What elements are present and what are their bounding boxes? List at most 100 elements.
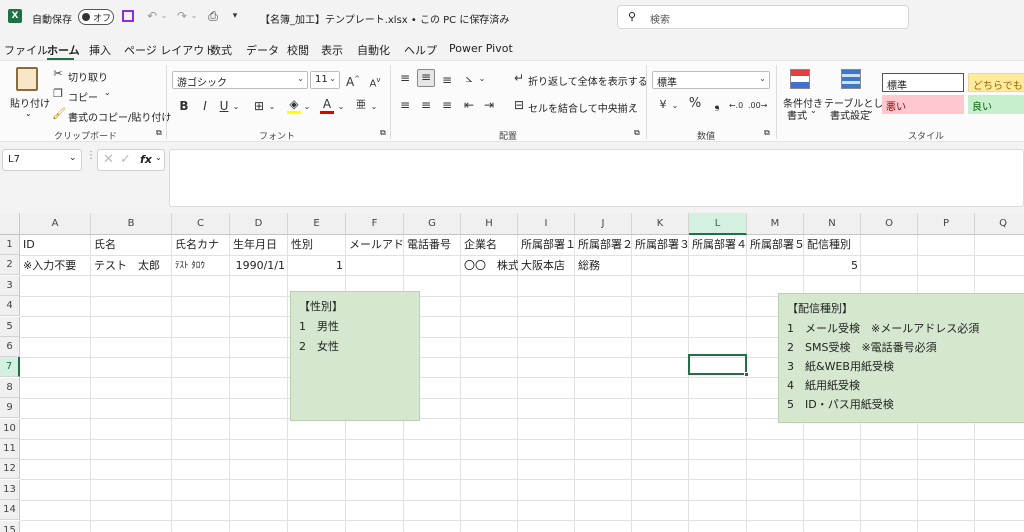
cell-M2[interactable] — [748, 256, 804, 276]
file-name[interactable]: 【名簿_加工】テンプレート.xlsx • この PC に保存済み — [260, 11, 509, 26]
bold-icon[interactable]: B — [178, 99, 190, 113]
increase-decimal-icon[interactable]: ←.0 — [728, 99, 744, 113]
font-launcher-icon[interactable]: ⧉ — [380, 128, 386, 138]
cell-B1[interactable]: 氏名 — [92, 235, 172, 255]
enter-icon[interactable]: ✓ — [120, 152, 131, 167]
column-header-O[interactable]: O — [861, 213, 918, 235]
copy-button[interactable]: コピー — [68, 89, 98, 104]
font-color-icon[interactable]: A — [320, 97, 334, 114]
cell-D2[interactable]: 1990/1/1 — [231, 256, 288, 276]
formula-input[interactable] — [169, 149, 1024, 207]
conditional-format-icon[interactable] — [790, 69, 810, 89]
cell-N1[interactable]: 配信種別 — [805, 235, 861, 255]
column-header-N[interactable]: N — [804, 213, 861, 235]
row-header-3[interactable]: 3 — [0, 275, 20, 296]
tab-power-pivot[interactable]: Power Pivot — [449, 42, 513, 55]
orientation-dropdown-icon[interactable]: ⌄ — [478, 72, 486, 86]
cell-style-standard[interactable]: 標準 — [882, 73, 964, 92]
row-header-10[interactable]: 10 — [0, 418, 20, 439]
cancel-icon[interactable]: ✕ — [103, 152, 114, 167]
cell-G2[interactable] — [405, 256, 461, 276]
cell-G1[interactable]: 電話番号 — [405, 235, 461, 255]
row-header-12[interactable]: 12 — [0, 459, 20, 480]
row-header-13[interactable]: 13 — [0, 479, 20, 500]
cell-K2[interactable] — [633, 256, 689, 276]
paste-dropdown-icon[interactable]: ⌄ — [25, 109, 32, 118]
row-header-2[interactable]: 2 — [0, 255, 20, 276]
cell-B2[interactable]: テスト 太郎 — [92, 256, 172, 276]
cell-I2[interactable]: 大阪本店 — [519, 256, 575, 276]
column-header-H[interactable]: H — [461, 213, 518, 235]
name-box-dropdown-icon[interactable]: ⌄ — [69, 153, 77, 163]
wrap-text-icon[interactable]: ↵ — [512, 71, 526, 85]
insert-function-icon[interactable]: fx — [140, 153, 152, 166]
delivery-type-note-box[interactable]: 【配信種別】 1 メール受検 ※メールアドレス必須 2 SMS受検 ※電話番号必… — [778, 293, 1024, 423]
paste-button[interactable]: 貼り付け — [10, 95, 50, 110]
copy-dropdown-icon[interactable]: ⌄ — [104, 88, 111, 97]
format-as-table-icon[interactable] — [841, 69, 861, 89]
decrease-decimal-icon[interactable]: .00→ — [748, 99, 767, 113]
borders-dropdown-icon[interactable]: ⌄ — [268, 100, 276, 114]
row-header-4[interactable]: 4 — [0, 296, 20, 317]
cell-E2[interactable]: 1 — [289, 256, 346, 276]
cell-M1[interactable]: 所属部署５ — [748, 235, 804, 255]
cell-A1[interactable]: ID — [21, 235, 91, 255]
column-header-J[interactable]: J — [575, 213, 632, 235]
gender-note-box[interactable]: 【性別】 1 男性 2 女性 — [290, 291, 420, 421]
phonetic-icon[interactable]: 亜 — [354, 99, 368, 113]
spreadsheet-grid[interactable]: ABCDEFGHIJKLMNOPQ 1 2 3 4 5 6 7 8 9 10 11 12 13 14 15 … — [0, 213, 1024, 532]
selected-cell-L7[interactable] — [688, 354, 747, 375]
tab-file[interactable]: ファイル — [4, 42, 48, 58]
redo-icon[interactable]: ↷ — [176, 9, 188, 23]
cell-E1[interactable]: 性別 — [289, 235, 346, 255]
paste-icon[interactable] — [16, 67, 38, 91]
column-header-I[interactable]: I — [518, 213, 575, 235]
cell-I1[interactable]: 所属部署１ — [519, 235, 575, 255]
column-header-A[interactable]: A — [20, 213, 91, 235]
increase-font-icon[interactable]: A^ — [346, 72, 360, 89]
cell-F1[interactable]: メールアドレス — [347, 235, 404, 255]
column-header-B[interactable]: B — [91, 213, 172, 235]
save-icon[interactable] — [122, 10, 134, 22]
align-top-icon[interactable]: ≡ — [398, 71, 412, 85]
tab-formulas[interactable]: 数式 — [210, 42, 232, 58]
column-header-D[interactable]: D — [230, 213, 288, 235]
file-name-dropdown-icon[interactable]: ⌄ — [477, 10, 485, 20]
underline-icon[interactable]: U — [218, 99, 230, 113]
table-dropdown-icon[interactable]: ⌄ — [867, 106, 874, 115]
cell-N2[interactable]: 5 — [805, 256, 861, 276]
phonetic-dropdown-icon[interactable]: ⌄ — [370, 100, 378, 114]
excel-logo-icon[interactable]: X — [8, 9, 22, 23]
fill-color-icon[interactable]: ◈ — [287, 97, 301, 114]
conditional-format-line2[interactable]: 書式 — [787, 107, 807, 122]
cut-button[interactable]: 切り取り — [68, 69, 108, 84]
merge-center-icon[interactable]: ⊟ — [512, 98, 526, 112]
percent-icon[interactable]: % — [688, 97, 702, 111]
cut-icon[interactable]: ✂ — [52, 67, 64, 81]
row-header-14[interactable]: 14 — [0, 500, 20, 521]
insert-function-dropdown-icon[interactable]: ⌄ — [155, 153, 162, 162]
row-header-8[interactable]: 8 — [0, 377, 20, 398]
cell-J2[interactable]: 総務 — [576, 256, 632, 276]
tab-view[interactable]: 表示 — [321, 42, 343, 58]
column-header-P[interactable]: P — [918, 213, 975, 235]
cell-K1[interactable]: 所属部署３ — [633, 235, 689, 255]
wrap-text-button[interactable]: 折り返して全体を表示する — [528, 73, 648, 88]
increase-indent-icon[interactable]: ⇥ — [482, 98, 496, 112]
row-header-15[interactable]: 15 — [0, 520, 20, 532]
number-format-select[interactable]: 標準 ⌄ — [652, 71, 770, 89]
merge-dropdown-icon[interactable]: ⌄ — [631, 99, 638, 108]
row-header-1[interactable]: 1 — [0, 235, 20, 255]
merge-center-button[interactable]: セルを結合して中央揃え — [528, 100, 638, 115]
currency-icon[interactable]: ¥ — [656, 98, 670, 112]
column-header-E[interactable]: E — [288, 213, 346, 235]
format-painter-button[interactable]: 書式のコピー/貼り付け — [68, 109, 171, 124]
align-middle-icon[interactable]: ≡ — [417, 69, 435, 87]
align-center-icon[interactable]: ≡ — [419, 98, 433, 112]
cell-L1[interactable]: 所属部署４ — [690, 235, 747, 255]
cell-C2[interactable]: ﾃｽﾄ ﾀﾛｳ — [173, 256, 230, 276]
tab-data[interactable]: データ — [246, 42, 279, 58]
more-options-icon[interactable]: ⋮ — [86, 150, 96, 161]
comma-style-icon[interactable]: ❟ — [710, 97, 724, 111]
fill-color-dropdown-icon[interactable]: ⌄ — [303, 100, 311, 114]
